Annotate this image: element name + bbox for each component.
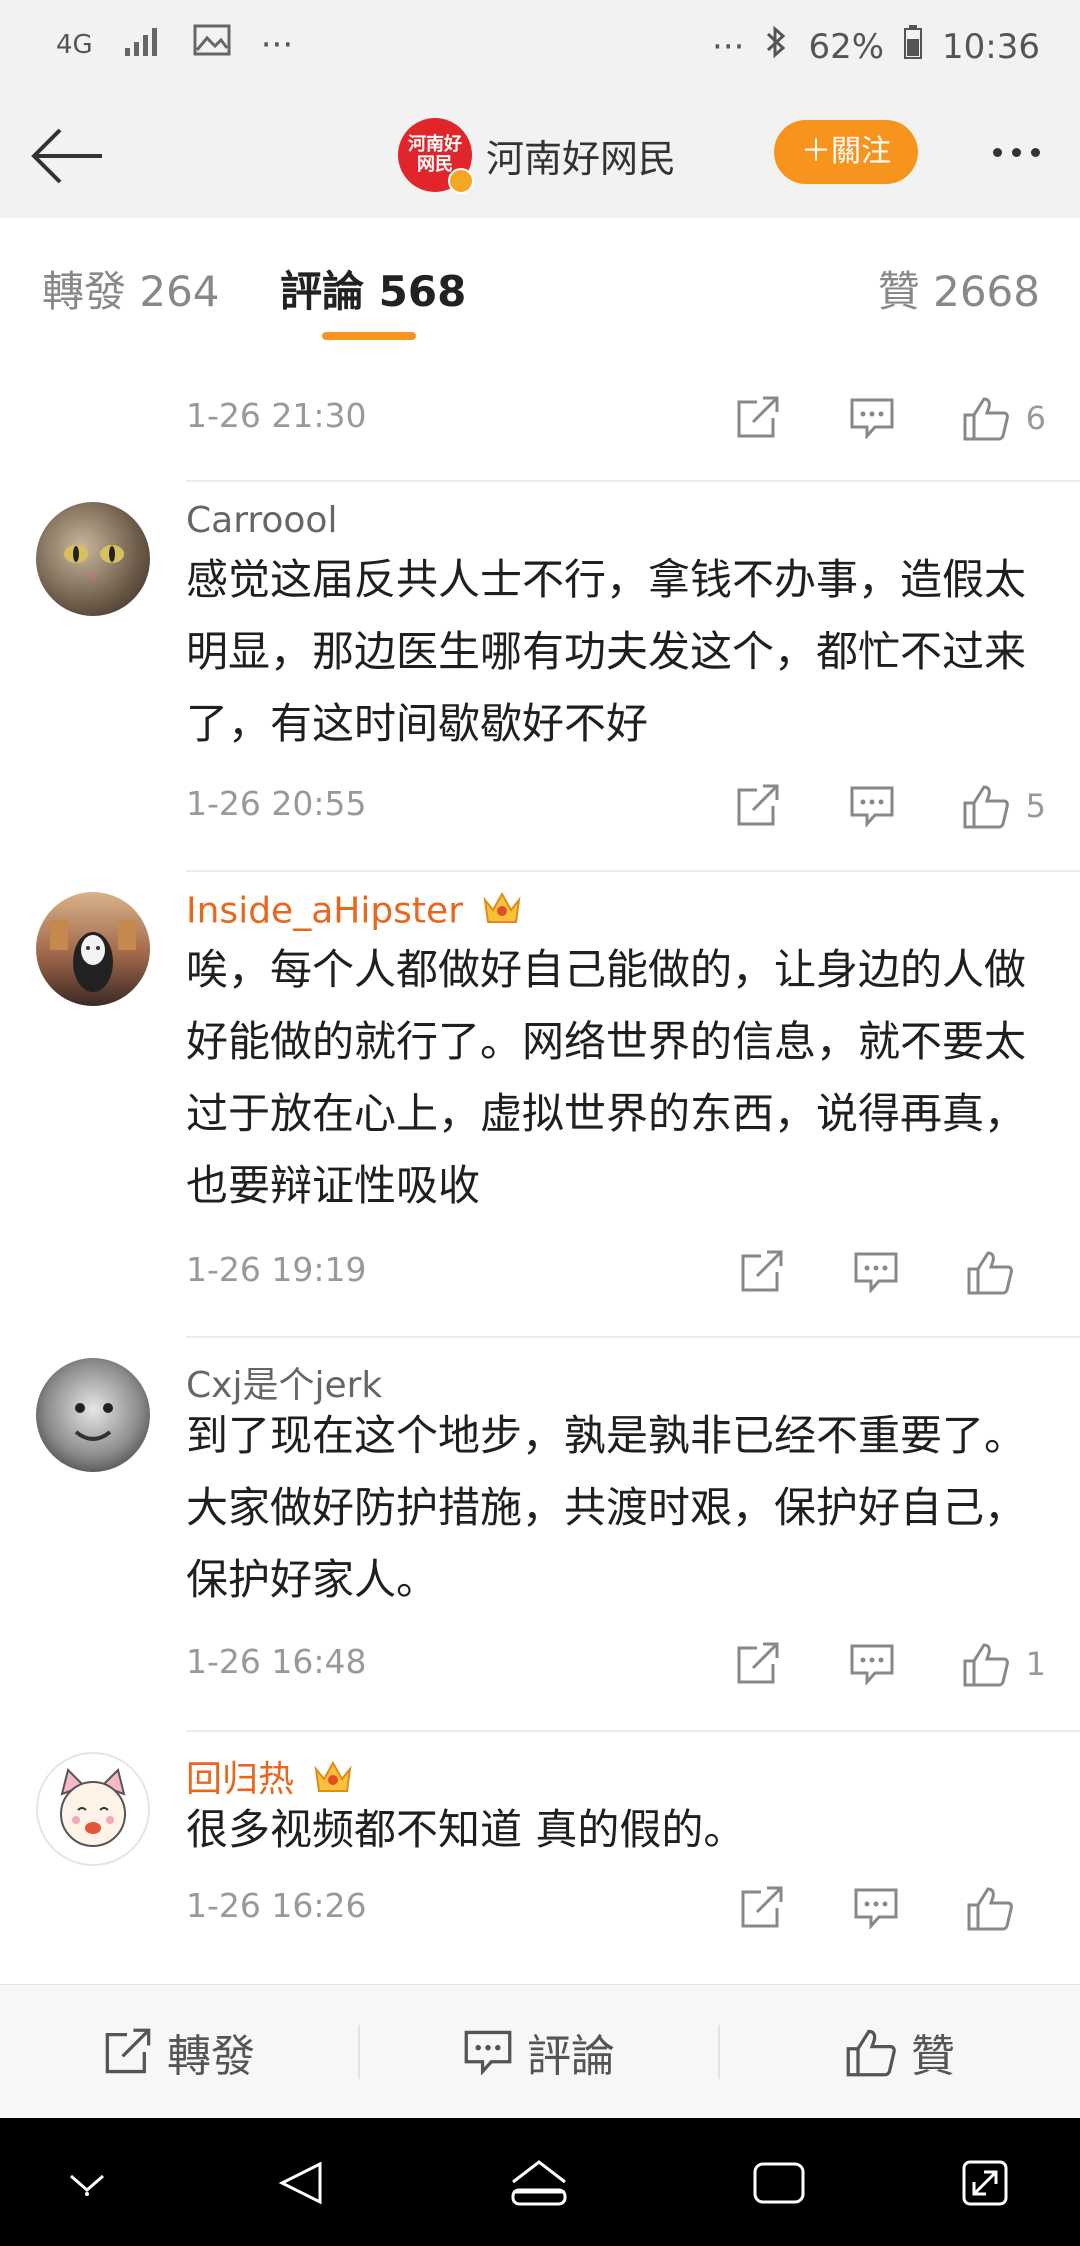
nav-back-button[interactable] <box>266 2148 336 2218</box>
expand-icon <box>962 2160 1008 2206</box>
reply-icon[interactable] <box>842 388 902 448</box>
comment-item: 1-26 21:30 6 <box>0 348 1080 484</box>
more-dot-icon <box>992 147 1002 157</box>
tab-comment[interactable]: 評論 568 <box>280 258 466 319</box>
comment-icon <box>464 2030 512 2075</box>
home-icon <box>511 2160 567 2206</box>
user-avatar[interactable] <box>36 502 150 616</box>
like-icon[interactable] <box>956 776 1016 836</box>
reply-icon[interactable] <box>842 776 902 836</box>
share-icon[interactable] <box>728 1634 788 1694</box>
user-avatar[interactable] <box>36 1752 150 1866</box>
comment-label: 評論 <box>527 2031 615 2082</box>
like-icon[interactable] <box>956 388 1016 448</box>
share-icon[interactable] <box>732 1878 792 1938</box>
comment-username[interactable]: Carroool <box>186 500 337 541</box>
repost-icon <box>105 2028 151 2074</box>
comment-time: 1-26 16:26 <box>186 1886 367 1925</box>
user-avatar[interactable] <box>36 892 150 1006</box>
more-options-button[interactable] <box>976 130 1056 174</box>
battery-label: 62% <box>808 26 885 67</box>
vip-crown-icon <box>482 890 522 935</box>
comment-time: 1-26 19:19 <box>186 1250 367 1289</box>
like-icon[interactable] <box>960 1878 1020 1938</box>
bottom-action-bar: 轉發 評論 贊 <box>0 1984 1080 2119</box>
status-left: 4G ··· <box>56 24 293 65</box>
back-arrow-icon <box>31 128 102 184</box>
like-label: 贊 <box>911 2031 955 2082</box>
comment-text: 很多视频都不知道 真的假的。 <box>186 1805 746 1854</box>
chevron-down-icon <box>70 2174 104 2196</box>
repost-label: 轉發 <box>167 2031 255 2082</box>
comment-actions <box>678 1242 1050 1302</box>
cat-avatar-icon <box>64 545 124 580</box>
verified-badge-icon <box>448 168 474 194</box>
thumbs-up-icon <box>846 2029 896 2077</box>
like-count: 5 <box>1025 787 1046 825</box>
more-right-label: ··· <box>712 26 745 67</box>
comment-text: 到了现在这个地步，孰是孰非已经不重要了。大家做好防护措施，共渡时艰，保护好自己，… <box>186 1411 1027 1604</box>
comment-username[interactable]: Inside_aHipster <box>186 890 522 935</box>
comment-text: 感觉这届反共人士不行，拿钱不办事，造假太明显，那边医生哪有功夫发这个，都忙不过来… <box>186 555 1027 748</box>
battery-icon <box>904 25 923 68</box>
signal-icon <box>123 25 163 65</box>
comment-username-text: Inside_aHipster <box>186 890 463 932</box>
comment-list[interactable]: 1-26 21:30 6 Carroool 感觉这届反共人士不行，拿钱不办事，造… <box>0 348 1080 1984</box>
share-icon[interactable] <box>728 388 788 448</box>
header: 河南好网民 河南好网民 ＋關注 <box>0 90 1080 219</box>
system-nav-bar <box>0 2118 1080 2246</box>
comment-time: 1-26 20:55 <box>186 784 367 823</box>
like-button[interactable]: 贊 <box>720 1985 1080 2119</box>
comment-actions: 1 <box>674 1634 1046 1694</box>
tab-like[interactable]: 贊 2668 <box>878 258 1040 319</box>
like-icon[interactable] <box>960 1242 1020 1302</box>
comment-time: 1-26 16:48 <box>186 1642 367 1681</box>
reply-icon[interactable] <box>842 1634 902 1694</box>
nav-expand-button[interactable] <box>950 2148 1020 2218</box>
network-label: 4G <box>56 29 93 60</box>
repost-button[interactable]: 轉發 <box>0 1985 358 2119</box>
like-count: 6 <box>1025 399 1046 437</box>
baby-avatar-icon <box>74 1403 113 1441</box>
reply-icon[interactable] <box>846 1878 906 1938</box>
gallery-icon <box>193 24 231 65</box>
nav-home-button[interactable] <box>504 2148 574 2218</box>
tab-repost[interactable]: 轉發 264 <box>42 258 220 319</box>
tab-bar: 轉發 264 評論 568 贊 2668 <box>0 218 1080 349</box>
user-avatar[interactable] <box>36 1358 150 1472</box>
share-icon[interactable] <box>732 1242 792 1302</box>
comment-time: 1-26 21:30 <box>186 396 367 435</box>
comment-actions: 6 <box>674 388 1046 448</box>
more-dot-icon <box>1011 147 1021 157</box>
comment-actions: 5 <box>674 776 1046 836</box>
reply-icon[interactable] <box>846 1242 906 1302</box>
cartoon-cat-avatar-icon <box>60 1768 126 1847</box>
comment-item: Inside_aHipster 唉，每个人都做好自己能做的，让身边的人做好能做的… <box>0 872 1080 1338</box>
status-bar: 4G ··· ··· 62% 10:36 <box>0 0 1080 90</box>
comment-text: 唉，每个人都做好自己能做的，让身边的人做好能做的就行了。网络世界的信息，就不要太… <box>186 945 1027 1210</box>
bluetooth-icon <box>764 24 788 69</box>
recents-icon <box>753 2162 805 2204</box>
account-name[interactable]: 河南好网民 <box>486 128 676 183</box>
character-avatar-icon <box>50 920 136 992</box>
follow-button[interactable]: ＋關注 <box>774 120 918 184</box>
comment-item: Carroool 感觉这届反共人士不行，拿钱不办事，造假太明显，那边医生哪有功夫… <box>0 482 1080 872</box>
comment-actions <box>678 1878 1050 1938</box>
time-label: 10:36 <box>942 26 1040 67</box>
back-triangle-icon <box>278 2161 322 2205</box>
more-status-label: ··· <box>260 24 294 65</box>
comment-text <box>186 348 1046 364</box>
like-icon[interactable] <box>956 1634 1016 1694</box>
comment-item: Cxj是个jerk 到了现在这个地步，孰是孰非已经不重要了。大家做好防护措施，共… <box>0 1338 1080 1732</box>
back-button[interactable] <box>30 118 106 194</box>
like-count: 1 <box>1025 1645 1046 1683</box>
nav-recents-button[interactable] <box>744 2148 814 2218</box>
status-right: ··· 62% 10:36 <box>712 24 1040 69</box>
more-dot-icon <box>1030 147 1040 157</box>
comment-item: 回归热 很多视频都不知道 真的假的。 1-26 16:26 <box>0 1732 1080 1984</box>
tab-active-indicator <box>322 332 416 340</box>
nav-collapse-button[interactable] <box>52 2148 122 2218</box>
share-icon[interactable] <box>728 776 788 836</box>
comment-button[interactable]: 評論 <box>360 1985 718 2119</box>
